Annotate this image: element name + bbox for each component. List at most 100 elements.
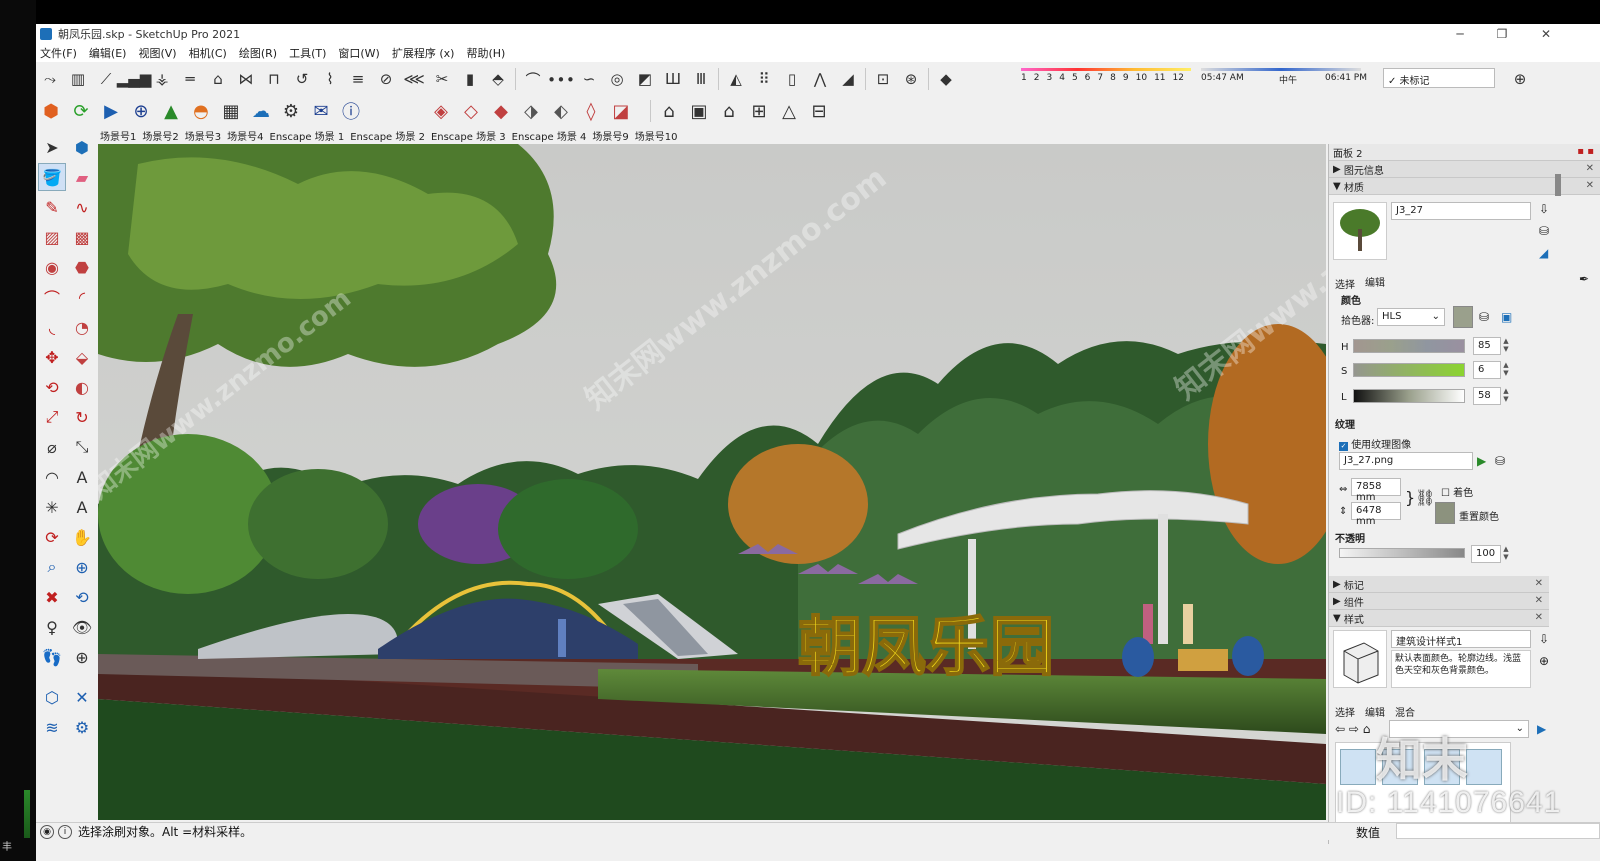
picker-select[interactable]: HLS ⌄ — [1377, 308, 1445, 326]
scene-tab[interactable]: 场景号10 — [635, 128, 678, 144]
back-icon[interactable]: ⇦ ⇨ ⌂ — [1335, 722, 1370, 736]
cloud-upload-icon[interactable]: ☁ — [246, 96, 276, 126]
paint-bucket-icon[interactable]: 🪣 — [38, 163, 66, 191]
style-name-field[interactable]: 建筑设计样式1 — [1391, 630, 1531, 648]
ext-tool-8-icon[interactable]: ⋈ — [232, 66, 260, 92]
browse-texture-icon[interactable]: ▶ — [1477, 454, 1486, 468]
menu-extensions[interactable]: 扩展程序 (x) — [392, 45, 455, 61]
ext-tool-25-icon[interactable]: ◭ — [722, 66, 750, 92]
scene-tab[interactable]: 场景号9 — [592, 128, 628, 144]
text-icon[interactable]: A — [68, 463, 96, 491]
scene-tab[interactable]: Enscape 场景 4 — [512, 128, 587, 144]
texture-height-field[interactable]: 6478 mm — [1351, 502, 1401, 527]
texture-file-field[interactable]: J3_27.png — [1339, 452, 1473, 470]
menu-camera[interactable]: 相机(C) — [189, 45, 227, 61]
use-texture-checkbox[interactable]: ✓ 使用纹理图像 — [1339, 436, 1411, 451]
match-model-icon[interactable]: ⛁ — [1479, 310, 1489, 324]
scene-tab[interactable]: 场景号3 — [185, 128, 221, 144]
shadows-toggle-icon[interactable]: ◆ — [932, 66, 960, 92]
material-2-icon[interactable]: ◇ — [456, 96, 486, 126]
sandbox-4-icon[interactable]: ⚙ — [68, 713, 96, 741]
front-view-icon[interactable]: ⌂ — [714, 96, 744, 126]
follow-me-icon[interactable]: ◐ — [68, 373, 96, 401]
l-value[interactable]: 58 — [1473, 387, 1501, 405]
styles-header[interactable]: ▼ 样式 ✕ — [1329, 610, 1549, 627]
iso-view-icon[interactable]: ⌂ — [654, 96, 684, 126]
orbit-icon[interactable]: ⟳ — [38, 523, 66, 551]
measurements-input[interactable] — [1396, 823, 1600, 839]
ext-tool-23-icon[interactable]: Ш — [659, 66, 687, 92]
sandbox-2-icon[interactable]: ✕ — [68, 683, 96, 711]
s-value[interactable]: 6 — [1473, 361, 1501, 379]
menu-draw[interactable]: 绘图(R) — [239, 45, 277, 61]
material-1-icon[interactable]: ◈ — [426, 96, 456, 126]
sun-icon[interactable]: ◓ — [186, 96, 216, 126]
h-value[interactable]: 85 — [1473, 337, 1501, 355]
mail-icon[interactable]: ✉ — [306, 96, 336, 126]
scene-tab[interactable]: 场景号4 — [227, 128, 263, 144]
select-icon[interactable]: ➤ — [38, 133, 66, 161]
arc-icon[interactable]: ⌒ — [38, 283, 66, 311]
ext-tool-19-icon[interactable]: ∙∙∙ — [547, 66, 575, 92]
rotate-icon[interactable]: ⟲ — [38, 373, 66, 401]
material-3-icon[interactable]: ◆ — [486, 96, 516, 126]
edit-texture-icon[interactable]: ⛁ — [1495, 454, 1505, 468]
freehand-icon[interactable]: ∿ — [68, 193, 96, 221]
push-pull-icon[interactable]: ⬙ — [68, 343, 96, 371]
left-view-icon[interactable]: ⊟ — [804, 96, 834, 126]
previous-view-icon[interactable]: ⟲ — [68, 583, 96, 611]
ext-tool-2-icon[interactable]: ▥ — [64, 66, 92, 92]
close-window-button[interactable]: ✕ — [1526, 24, 1566, 44]
sandbox-3-icon[interactable]: ≋ — [38, 713, 66, 741]
protractor-icon[interactable]: ◠ — [38, 463, 66, 491]
rotated-rect-icon[interactable]: ▩ — [68, 223, 96, 251]
ext-tool-18-icon[interactable]: ⌒ — [519, 66, 547, 92]
section-plane-icon[interactable]: ⊕ — [68, 643, 96, 671]
ext-tool-27-icon[interactable]: ▯ — [778, 66, 806, 92]
line-icon[interactable]: ✎ — [38, 193, 66, 221]
circle-icon[interactable]: ◉ — [38, 253, 66, 281]
zoom-icon[interactable]: ⌕ — [38, 553, 66, 581]
scene-tab[interactable]: Enscape 场景 2 — [350, 128, 425, 144]
color-swatch[interactable] — [1453, 306, 1473, 328]
reset-color-swatch[interactable] — [1435, 502, 1455, 524]
tree-icon[interactable]: ▲ — [156, 96, 186, 126]
components-header[interactable]: ▶ 组件 ✕ — [1329, 593, 1549, 610]
geo-location-icon[interactable]: ◉ — [40, 824, 54, 839]
material-name-field[interactable]: J3_27 — [1391, 202, 1531, 220]
active-tag-select[interactable]: ✓ 未标记 — [1383, 68, 1495, 88]
menu-help[interactable]: 帮助(H) — [466, 45, 505, 61]
ext-tool-14-icon[interactable]: ⋘ — [400, 66, 428, 92]
create-style-icon[interactable]: ⇩ — [1539, 632, 1549, 646]
colorize-checkbox[interactable]: ☐ 着色 — [1441, 484, 1473, 499]
restore-button[interactable]: ❐ — [1482, 24, 1522, 44]
material-5-icon[interactable]: ⬖ — [546, 96, 576, 126]
l-spinner[interactable]: ▲ ▼ — [1501, 387, 1511, 403]
eyedropper-icon[interactable]: ✒ — [1579, 272, 1589, 286]
zoom-extents-icon[interactable]: ✖ — [38, 583, 66, 611]
ext-tool-20-icon[interactable]: ∽ — [575, 66, 603, 92]
ext-tool-30-icon[interactable]: ⊡ — [869, 66, 897, 92]
add-icon[interactable]: ⊕ — [126, 96, 156, 126]
minimize-button[interactable]: ─ — [1440, 24, 1480, 44]
component-icon[interactable]: ⬢ — [68, 133, 96, 161]
eraser-icon[interactable]: ▰ — [68, 163, 96, 191]
crosshair-icon[interactable]: ⊕ — [1506, 66, 1534, 92]
h-spinner[interactable]: ▲ ▼ — [1501, 337, 1511, 353]
shadow-settings[interactable]: 1 2 3 4 5 6 7 8 9 10 11 12 05:47 AM 中午 06:41 PM — [1021, 68, 1371, 92]
scene-tab[interactable]: 场景号2 — [142, 128, 178, 144]
dimension-icon[interactable]: ⤡ — [68, 433, 96, 461]
zoom-window-icon[interactable]: ⊕ — [68, 553, 96, 581]
info-icon[interactable]: ⓘ — [336, 96, 366, 126]
back-view-icon[interactable]: △ — [774, 96, 804, 126]
checker-icon[interactable]: ▦ — [216, 96, 246, 126]
ext-tool-17-icon[interactable]: ⬘ — [484, 66, 512, 92]
texture-width-field[interactable]: 7858 mm — [1351, 478, 1401, 503]
tab-edit[interactable]: 编辑 — [1365, 274, 1385, 289]
settings-gear-icon[interactable]: ⚙ — [276, 96, 306, 126]
link-aspect-icon[interactable]: }⛓ — [1405, 488, 1436, 507]
ext-tool-11-icon[interactable]: ⌇ — [316, 66, 344, 92]
ext-tool-6-icon[interactable]: ═ — [176, 66, 204, 92]
arc2-icon[interactable]: ◜ — [68, 283, 96, 311]
refresh-icon[interactable]: ⟳ — [66, 96, 96, 126]
